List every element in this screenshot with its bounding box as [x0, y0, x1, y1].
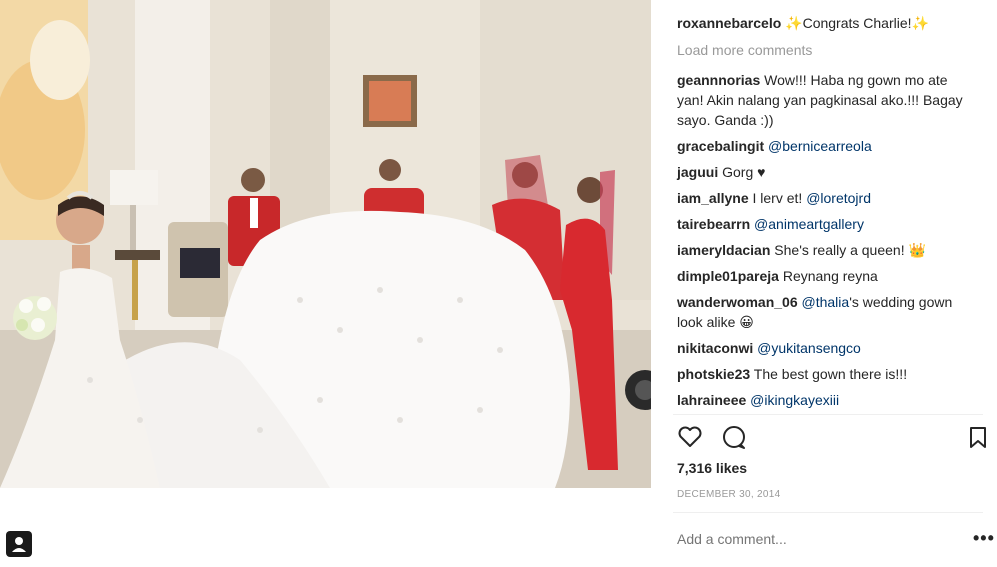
- comment-item: geannnorias Wow!!! Haba ng gown mo ate y…: [677, 70, 977, 130]
- add-comment-input[interactable]: [677, 531, 937, 547]
- load-more-comments-button[interactable]: Load more comments: [677, 42, 812, 58]
- comment-item: lahraineee @ikingkayexiii: [677, 390, 977, 410]
- comment-text: Reynang reyna: [782, 268, 878, 284]
- comment-bubble-icon: [723, 426, 745, 449]
- comment-username[interactable]: lahraineee: [677, 392, 746, 408]
- comment-username[interactable]: tairebearrn: [677, 216, 750, 232]
- heart-icon: [678, 426, 702, 447]
- comment-item: jaguui Gorg ♥: [677, 162, 977, 182]
- comment-item: nikitaconwi @yukitansengco: [677, 338, 977, 358]
- caption-username[interactable]: roxannebarcelo: [677, 15, 781, 31]
- comment-username[interactable]: jaguui: [677, 164, 718, 180]
- comment-username[interactable]: dimple01pareja: [677, 268, 779, 284]
- tagged-people-button[interactable]: [6, 531, 32, 557]
- post-photo[interactable]: [0, 0, 651, 488]
- comment-mention[interactable]: @ikingkayexiii: [750, 392, 839, 408]
- comment-item: photskie23 The best gown there is!!!: [677, 364, 977, 384]
- divider: [673, 414, 983, 415]
- comment-mention[interactable]: @yukitansengco: [757, 340, 861, 356]
- comment-text: I lerv et!: [752, 190, 807, 206]
- comment-username[interactable]: iam_allyne: [677, 190, 749, 206]
- comment-text: The best gown there is!!!: [753, 366, 908, 382]
- comment-button[interactable]: [721, 425, 747, 456]
- comment-username[interactable]: geannnorias: [677, 72, 760, 88]
- comment-username[interactable]: iameryldacian: [677, 242, 770, 258]
- post-sidebar: roxannebarcelo ✨Congrats Charlie!✨ Load …: [651, 0, 997, 567]
- caption-text: ✨Congrats Charlie!✨: [785, 15, 929, 31]
- comment-username[interactable]: gracebalingit: [677, 138, 764, 154]
- divider: [673, 512, 983, 513]
- comments-list: geannnorias Wow!!! Haba ng gown mo ate y…: [677, 70, 977, 416]
- comment-item: gracebalingit @bernicearreola: [677, 136, 977, 156]
- person-icon: [12, 537, 26, 552]
- save-button[interactable]: [968, 426, 988, 455]
- post-date: DECEMBER 30, 2014: [677, 489, 781, 500]
- comment-item: wanderwoman_06 @thalia's wedding gown lo…: [677, 292, 977, 332]
- comment-mention[interactable]: @bernicearreola: [768, 138, 872, 154]
- comment-text: Gorg ♥: [722, 164, 766, 180]
- more-options-button[interactable]: •••: [973, 529, 995, 547]
- post-image: [0, 0, 651, 488]
- comment-username[interactable]: wanderwoman_06: [677, 294, 798, 310]
- post-caption: roxannebarcelo ✨Congrats Charlie!✨: [677, 13, 987, 33]
- comment-item: tairebearrn @animeartgallery: [677, 214, 977, 234]
- comment-mention[interactable]: @thalia: [802, 294, 850, 310]
- comment-mention[interactable]: @loretojrd: [806, 190, 871, 206]
- comment-username[interactable]: nikitaconwi: [677, 340, 753, 356]
- comment-text: She's really a queen! 👑: [774, 242, 926, 258]
- comment-mention[interactable]: @animeartgallery: [754, 216, 864, 232]
- like-button[interactable]: [677, 425, 703, 454]
- comment-item: iameryldacian She's really a queen! 👑: [677, 240, 977, 260]
- comment-username[interactable]: photskie23: [677, 366, 750, 382]
- likes-count[interactable]: 7,316 likes: [677, 460, 747, 476]
- comment-item: dimple01pareja Reynang reyna: [677, 266, 977, 286]
- bookmark-icon: [970, 427, 986, 448]
- comment-item: iam_allyne I lerv et! @loretojrd: [677, 188, 977, 208]
